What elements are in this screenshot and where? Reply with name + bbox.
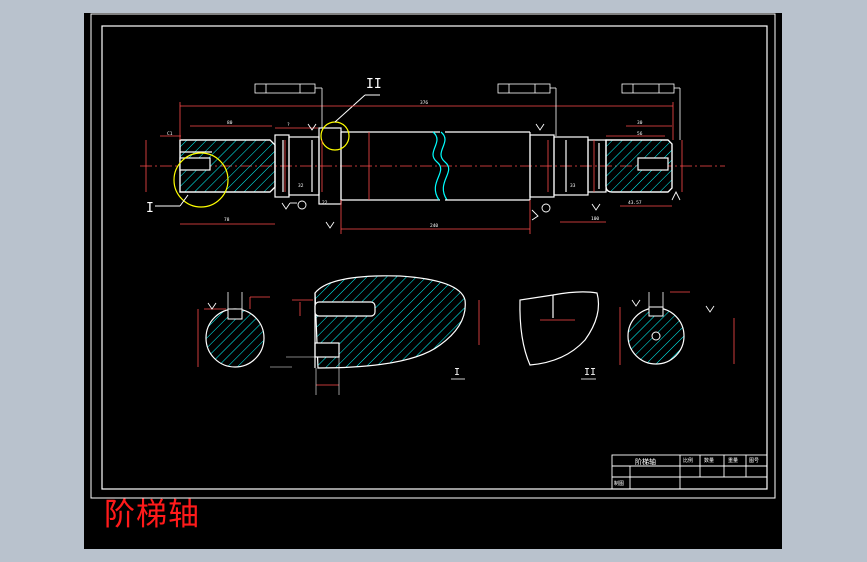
- title-block-drawn-label: 制图: [614, 480, 624, 487]
- title-block-qty-label: 数量: [704, 457, 714, 464]
- view-label-1: I: [454, 367, 460, 378]
- svg-text:30: 30: [637, 120, 643, 126]
- view-label-2: II: [584, 367, 596, 378]
- sheet-inner-frame: [101, 25, 768, 490]
- right-keyway: [637, 157, 669, 171]
- svg-text:33: 33: [570, 183, 576, 189]
- svg-text:56: 56: [637, 131, 643, 137]
- detail-label-2: II: [366, 77, 382, 92]
- svg-text:78: 78: [224, 217, 230, 223]
- title-block-scale-label: 比例: [683, 457, 693, 464]
- cross-section-right: [619, 291, 735, 365]
- svg-text:100: 100: [591, 216, 599, 222]
- detail-view-2: [519, 291, 600, 366]
- shaft-drawing: 376 80 ? 78 240 30 56 100 43.57 C1 22 33…: [90, 13, 776, 499]
- detail-view-1: [270, 275, 480, 395]
- cad-viewport[interactable]: 376 80 ? 78 240 30 56 100 43.57 C1 22 33…: [84, 13, 782, 549]
- svg-text:376: 376: [420, 100, 428, 106]
- svg-text:32: 32: [298, 183, 304, 189]
- detail-label-1: I: [146, 201, 154, 216]
- svg-text:80: 80: [227, 120, 233, 126]
- datum-b-circle: [541, 203, 551, 213]
- title-block-weight-label: 重量: [728, 457, 738, 464]
- svg-text:22: 22: [322, 200, 328, 206]
- svg-text:43.57: 43.57: [628, 200, 642, 206]
- svg-text:C1: C1: [167, 131, 173, 137]
- svg-text:240: 240: [430, 223, 438, 229]
- title-block-drawing-no-label: 图号: [749, 458, 759, 464]
- svg-text:?: ?: [287, 122, 290, 128]
- left-keyway: [179, 157, 211, 171]
- title-block-part-name: 阶梯轴: [635, 457, 656, 466]
- sheet-outer-frame: [90, 13, 776, 499]
- cross-section-left: [197, 292, 270, 368]
- detail-circle-2: [320, 121, 350, 151]
- datum-a-circle: [297, 200, 307, 210]
- drawing-caption: 阶梯轴: [104, 497, 200, 533]
